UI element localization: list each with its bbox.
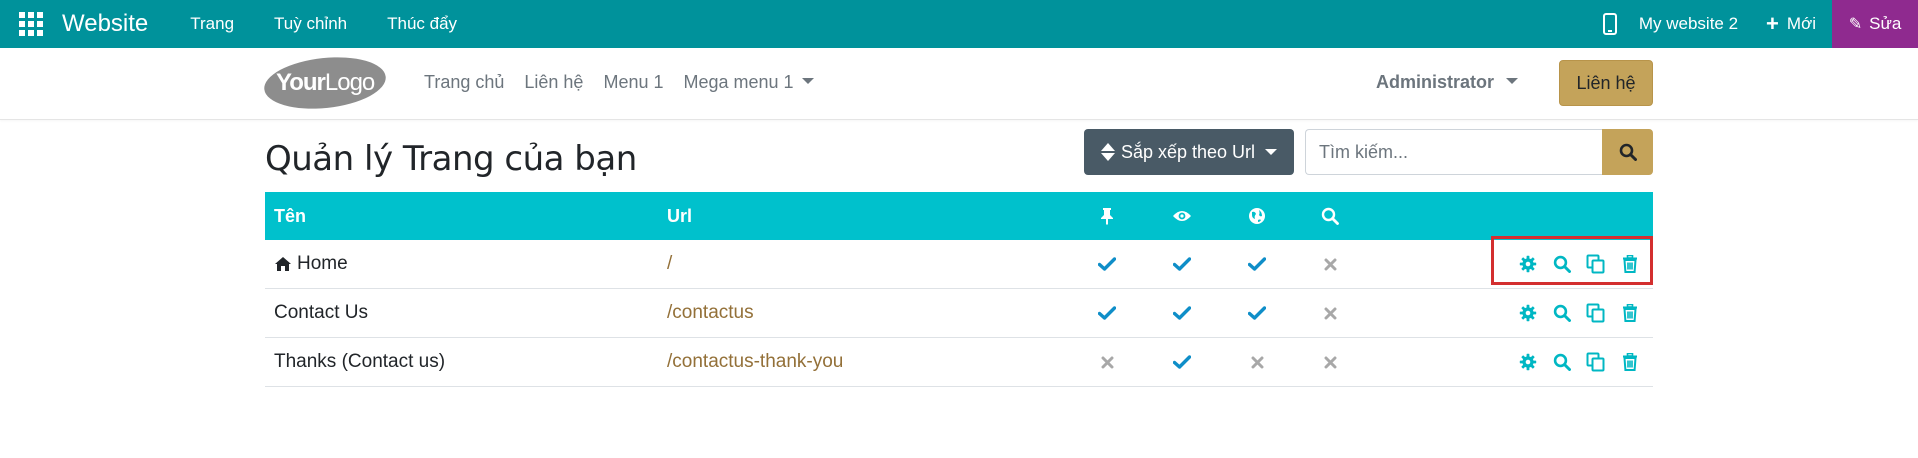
edit-button[interactable]: ✎ Sửa: [1832, 0, 1918, 48]
globe-icon: [1242, 192, 1272, 240]
pencil-icon: ✎: [1848, 16, 1863, 33]
flag-indexed-cross-icon: [1315, 289, 1345, 337]
pages-table: Tên Url Home / Contact Us/contactus Thanks …: [265, 192, 1653, 387]
search-icon[interactable]: [1545, 296, 1579, 330]
flag-indexed-cross-icon: [1315, 338, 1345, 386]
home-icon: [275, 257, 291, 271]
new-button-label: Mới: [1786, 14, 1816, 33]
flag-visible-check-icon: [1167, 338, 1197, 386]
page-name: Thanks (Contact us): [274, 351, 446, 372]
nav-mega-menu[interactable]: Mega menu 1: [684, 72, 814, 93]
flag-indexed-cross-icon: [1315, 240, 1345, 288]
sort-icon: [1100, 143, 1115, 161]
website-switcher[interactable]: My website 2: [1639, 14, 1738, 34]
table-row: Contact Us/contactus: [265, 289, 1653, 338]
copy-icon[interactable]: [1579, 345, 1613, 379]
row-actions: [1511, 289, 1647, 337]
row-actions: [1511, 338, 1647, 386]
page-name-cell[interactable]: Contact Us: [274, 289, 368, 337]
mobile-preview-icon[interactable]: [1602, 13, 1617, 35]
page-name-cell[interactable]: Home: [274, 240, 348, 288]
app-title: Website: [62, 10, 149, 37]
page-title: Quản lý Trang của bạn: [265, 139, 637, 179]
search-icon: [1315, 192, 1345, 240]
page-url[interactable]: /: [667, 240, 672, 288]
table-row: Home /: [265, 240, 1653, 289]
page-name-cell[interactable]: Thanks (Contact us): [274, 338, 445, 386]
page-url[interactable]: /contactus: [667, 289, 754, 337]
column-header-name[interactable]: Tên: [274, 192, 306, 240]
site-nav: Trang chủ Liên hệ Menu 1 Mega menu 1: [424, 72, 834, 93]
logo-text-logo: Logo: [324, 69, 375, 96]
plus-icon: +: [1766, 11, 1779, 36]
user-menu[interactable]: Administrator: [1376, 72, 1519, 93]
trash-icon[interactable]: [1613, 345, 1647, 379]
new-button[interactable]: + Mới: [1766, 13, 1816, 35]
flag-menu-check-icon: [1092, 240, 1122, 288]
flag-visible-check-icon: [1167, 289, 1197, 337]
top-navbar: Website Trang Tuỳ chỉnh Thúc đẩy My webs…: [0, 0, 1918, 48]
pin-icon: [1092, 192, 1122, 240]
user-name: Administrator: [1376, 72, 1495, 92]
chevron-down-icon: [801, 78, 814, 85]
table-header: Tên Url: [265, 192, 1653, 240]
table-row: Thanks (Contact us) /contactus-thank-you: [265, 338, 1653, 387]
flag-published-check-icon: [1242, 240, 1272, 288]
nav-menu-1[interactable]: Menu 1: [603, 72, 663, 93]
sort-label: Sắp xếp theo Url: [1120, 141, 1256, 162]
flag-published-cross-icon: [1242, 338, 1272, 386]
highlight-box: [1491, 236, 1653, 285]
copy-icon[interactable]: [1579, 296, 1613, 330]
gear-icon[interactable]: [1511, 296, 1545, 330]
menu-trang[interactable]: Trang: [190, 14, 234, 34]
page-url[interactable]: /contactus-thank-you: [667, 338, 843, 386]
column-header-url[interactable]: Url: [667, 192, 692, 240]
nav-mega-menu-label: Mega menu 1: [683, 72, 794, 92]
gear-icon[interactable]: [1511, 345, 1545, 379]
website-header: YourLogo Trang chủ Liên hệ Menu 1 Mega m…: [0, 48, 1918, 120]
search-icon: [1619, 143, 1637, 161]
page-name: Home: [297, 253, 348, 274]
menu-thuc-day[interactable]: Thúc đẩy: [387, 14, 457, 34]
nav-lien-he[interactable]: Liên hệ: [524, 72, 583, 93]
sort-dropdown[interactable]: Sắp xếp theo Url: [1084, 129, 1294, 175]
nav-trang-chu[interactable]: Trang chủ: [424, 72, 504, 93]
logo-text-your: Your: [275, 69, 325, 96]
flag-visible-check-icon: [1167, 240, 1197, 288]
chevron-down-icon: [1265, 149, 1278, 155]
flag-menu-cross-icon: [1092, 338, 1122, 386]
flag-menu-check-icon: [1092, 289, 1122, 337]
search-icon[interactable]: [1545, 345, 1579, 379]
contact-button[interactable]: Liên hệ: [1559, 60, 1653, 106]
search-button[interactable]: [1602, 129, 1653, 175]
apps-menu-icon[interactable]: [0, 0, 62, 48]
edit-button-label: Sửa: [1869, 14, 1902, 33]
page-name: Contact Us: [274, 302, 368, 323]
table-body: Home / Contact Us/contactus Thanks (Contact…: [265, 240, 1653, 387]
site-logo[interactable]: YourLogo: [261, 51, 389, 115]
trash-icon[interactable]: [1613, 296, 1647, 330]
search-input[interactable]: [1305, 129, 1603, 175]
menu-tuy-chinh[interactable]: Tuỳ chỉnh: [274, 14, 347, 34]
flag-published-check-icon: [1242, 289, 1272, 337]
eye-icon: [1167, 192, 1197, 240]
chevron-down-icon: [1506, 78, 1519, 85]
